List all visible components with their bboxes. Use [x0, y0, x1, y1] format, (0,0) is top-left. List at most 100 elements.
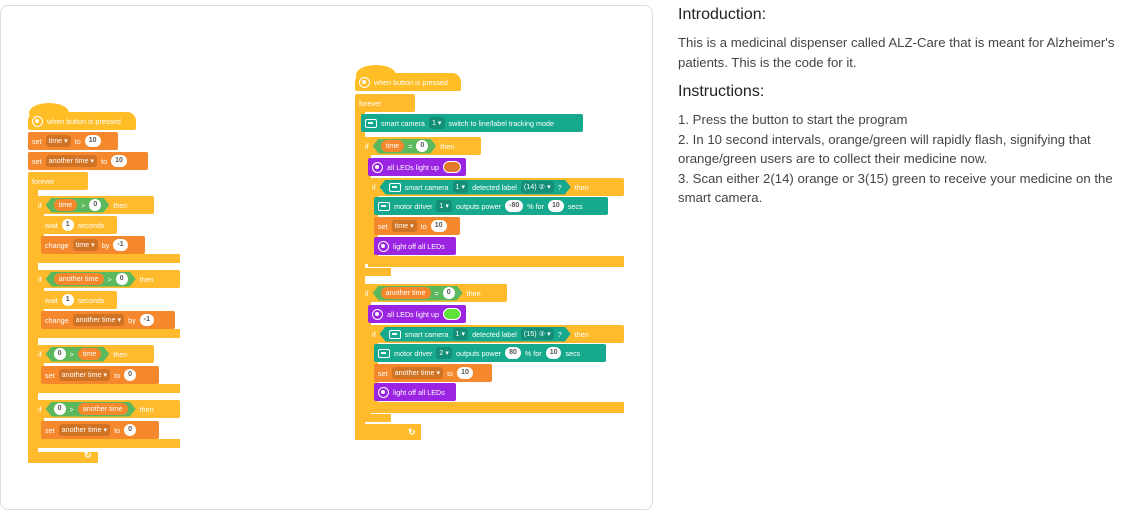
- if-block[interactable]: if another time > 0 then: [34, 270, 180, 288]
- light-off-leds-block[interactable]: light off all LEDs: [374, 383, 456, 401]
- wait-block[interactable]: wait 1 seconds: [41, 291, 117, 309]
- block-label: if: [372, 329, 376, 339]
- value-input[interactable]: 10: [457, 367, 473, 379]
- block-label: % for: [527, 201, 545, 211]
- motor-dropdown[interactable]: 2 ▾: [436, 347, 452, 359]
- instruction-step: 2. In 10 second intervals, orange/green …: [678, 131, 1091, 167]
- if-block[interactable]: if time = 0 then: [361, 137, 481, 155]
- camera-dropdown[interactable]: 1 ▾: [453, 181, 469, 193]
- all-leds-light-up-block[interactable]: all LEDs light up: [368, 158, 466, 176]
- camera-detected-label-condition[interactable]: smart camera 1 ▾ detected label (15) ③ ▾…: [380, 327, 571, 342]
- set-another-time-block[interactable]: set another time ▾ to 0: [41, 366, 159, 384]
- color-swatch-green[interactable]: [442, 308, 461, 320]
- camera-dropdown[interactable]: 1 ▾: [428, 117, 445, 129]
- equals-operator[interactable]: another time = 0: [373, 286, 463, 301]
- value-input[interactable]: 10: [84, 135, 101, 147]
- variable-dropdown[interactable]: another time ▾: [391, 367, 444, 379]
- block-label: set: [45, 370, 55, 380]
- set-another-time-block[interactable]: set another time ▾ to 10: [374, 364, 492, 382]
- block-label: set: [378, 221, 388, 231]
- set-time-block[interactable]: set time ▾ to 10: [374, 217, 460, 235]
- time-reporter[interactable]: time: [381, 140, 405, 152]
- operator-symbol: >: [107, 274, 112, 284]
- time-reporter[interactable]: time: [54, 199, 78, 211]
- change-time-block[interactable]: change time ▾ by -1: [41, 236, 145, 254]
- value-input[interactable]: 1: [61, 219, 74, 231]
- when-button-pressed-block[interactable]: when button is pressed: [355, 73, 461, 91]
- variable-dropdown[interactable]: another time ▾: [58, 424, 111, 436]
- when-button-pressed-block[interactable]: when button is pressed: [28, 112, 136, 130]
- value-input[interactable]: 10: [430, 220, 447, 232]
- led-icon: [372, 161, 383, 173]
- if-block[interactable]: if another time = 0 then: [361, 284, 507, 302]
- set-time-block[interactable]: set time ▾ to 10: [28, 132, 118, 150]
- variable-dropdown[interactable]: time ▾: [45, 135, 71, 147]
- block-label: motor driver: [394, 201, 433, 211]
- variable-dropdown[interactable]: time ▾: [391, 220, 417, 232]
- camera-dropdown[interactable]: 1 ▾: [453, 328, 469, 340]
- label-dropdown[interactable]: (14) ② ▾: [521, 181, 554, 193]
- if-end: [361, 414, 391, 422]
- greater-than-operator[interactable]: time > 0: [46, 198, 110, 213]
- block-label: to: [114, 425, 121, 435]
- another-time-reporter[interactable]: another time: [381, 287, 431, 299]
- motor-dropdown[interactable]: 1 ▾: [436, 200, 452, 212]
- value-input[interactable]: 10: [111, 155, 127, 167]
- another-time-reporter[interactable]: another time: [54, 273, 104, 285]
- camera-detected-label-condition[interactable]: smart camera 1 ▾ detected label (14) ② ▾…: [380, 180, 571, 195]
- value-input[interactable]: 0: [124, 424, 137, 436]
- set-another-time-block[interactable]: set another time ▾ to 10: [28, 152, 148, 170]
- if-block[interactable]: if time > 0 then: [34, 196, 154, 214]
- block-label: to: [74, 136, 81, 146]
- equals-operator[interactable]: time = 0: [373, 139, 437, 154]
- value-input[interactable]: 0: [54, 403, 66, 415]
- code-canvas[interactable]: when button is pressed set time ▾ to 1 0 …: [0, 5, 653, 510]
- light-off-leds-block[interactable]: light off all LEDs: [374, 237, 456, 255]
- if-block[interactable]: if smart camera 1 ▾ detected label (15) …: [368, 325, 624, 343]
- value-input[interactable]: 0: [416, 140, 428, 152]
- intro-text: This is a medicinal dispenser called ALZ…: [678, 35, 1115, 70]
- greater-than-operator[interactable]: 0 > another time: [46, 402, 136, 417]
- block-label: change: [45, 240, 69, 250]
- if-block[interactable]: if 0 > time then: [34, 345, 154, 363]
- duration-input[interactable]: 10: [545, 347, 562, 359]
- block-label: smart camera: [381, 118, 425, 128]
- duration-input[interactable]: 10: [548, 200, 564, 212]
- motor-driver-block[interactable]: motor driver 1 ▾ outputs power -80 % for…: [374, 197, 608, 215]
- value-input[interactable]: 0: [124, 369, 137, 381]
- operator-symbol: >: [69, 349, 74, 359]
- power-input[interactable]: 80: [505, 347, 521, 359]
- motor-driver-block[interactable]: motor driver 2 ▾ outputs power 80 % for …: [374, 344, 606, 362]
- color-swatch-orange[interactable]: [442, 161, 461, 173]
- if-block[interactable]: if smart camera 1 ▾ detected label (14) …: [368, 178, 624, 196]
- variable-dropdown[interactable]: another time ▾: [72, 314, 125, 326]
- label-dropdown[interactable]: (15) ③ ▾: [521, 328, 554, 340]
- set-another-time-block[interactable]: set another time ▾ to 0: [41, 421, 159, 439]
- another-time-reporter[interactable]: another time: [78, 403, 128, 415]
- power-input[interactable]: -80: [505, 200, 524, 212]
- variable-dropdown[interactable]: another time ▾: [58, 369, 111, 381]
- change-another-time-block[interactable]: change another time ▾ by -1: [41, 311, 175, 329]
- block-label: light off all LEDs: [393, 241, 445, 251]
- value-input[interactable]: 0: [443, 287, 455, 299]
- value-input[interactable]: 0: [89, 199, 101, 211]
- value-input[interactable]: 1: [61, 294, 74, 306]
- variable-dropdown[interactable]: time ▾: [72, 239, 98, 251]
- if-block[interactable]: if 0 > another time then: [34, 400, 180, 418]
- value-input[interactable]: -1: [139, 314, 154, 326]
- block-label: when button is pressed: [374, 77, 448, 87]
- block-label: set: [32, 136, 42, 146]
- all-leds-light-up-block[interactable]: all LEDs light up: [368, 305, 466, 323]
- camera-mode-block[interactable]: smart camera 1 ▾ switch to line/label tr…: [361, 114, 583, 132]
- value-input[interactable]: 0: [116, 273, 128, 285]
- greater-than-operator[interactable]: 0 > time: [46, 347, 110, 362]
- value-input[interactable]: -1: [113, 239, 128, 251]
- wait-block[interactable]: wait 1 seconds: [41, 216, 117, 234]
- variable-dropdown[interactable]: another time ▾: [45, 155, 98, 167]
- block-label: smart camera: [404, 182, 449, 192]
- value-input[interactable]: 0: [54, 348, 66, 360]
- operator-symbol: >: [69, 404, 74, 414]
- block-label: light off all LEDs: [393, 387, 445, 397]
- greater-than-operator[interactable]: another time > 0: [46, 272, 136, 287]
- time-reporter[interactable]: time: [78, 348, 102, 360]
